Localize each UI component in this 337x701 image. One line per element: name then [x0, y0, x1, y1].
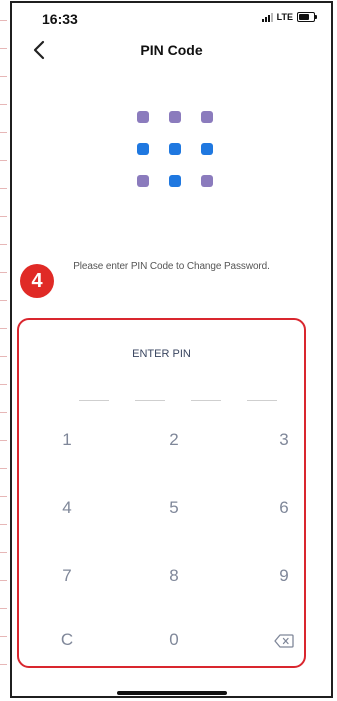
key-8[interactable]: 8 — [154, 561, 194, 591]
pin-entry-slots — [67, 400, 287, 402]
key-0[interactable]: 0 — [154, 625, 194, 655]
home-indicator — [117, 691, 227, 695]
keypad-highlight-frame: ENTER PIN 1 2 3 4 5 6 7 8 9 C 0 — [17, 318, 306, 668]
key-9[interactable]: 9 — [264, 561, 304, 591]
key-4[interactable]: 4 — [47, 493, 87, 523]
key-1[interactable]: 1 — [47, 425, 87, 455]
step-badge: 4 — [20, 264, 54, 298]
signal-icon — [261, 12, 273, 22]
key-clear[interactable]: C — [47, 625, 87, 655]
key-7[interactable]: 7 — [47, 561, 87, 591]
key-6[interactable]: 6 — [264, 493, 304, 523]
battery-icon — [297, 12, 317, 22]
page-edge-marks — [0, 0, 8, 701]
backspace-icon — [274, 633, 294, 648]
network-label: LTE — [276, 12, 293, 22]
status-time: 16:33 — [42, 11, 78, 27]
key-3[interactable]: 3 — [264, 425, 304, 455]
instruction-text: Please enter PIN Code to Change Password… — [73, 261, 270, 272]
key-2[interactable]: 2 — [154, 425, 194, 455]
status-bar: 16:33 LTE — [12, 3, 331, 31]
status-indicators: LTE — [261, 12, 317, 22]
nav-bar: PIN Code — [12, 31, 331, 71]
backspace-button[interactable] — [264, 625, 304, 655]
keypad-grid-icon — [137, 111, 213, 191]
page-title: PIN Code — [140, 42, 203, 58]
enter-pin-label: ENTER PIN — [132, 348, 191, 360]
key-5[interactable]: 5 — [154, 493, 194, 523]
